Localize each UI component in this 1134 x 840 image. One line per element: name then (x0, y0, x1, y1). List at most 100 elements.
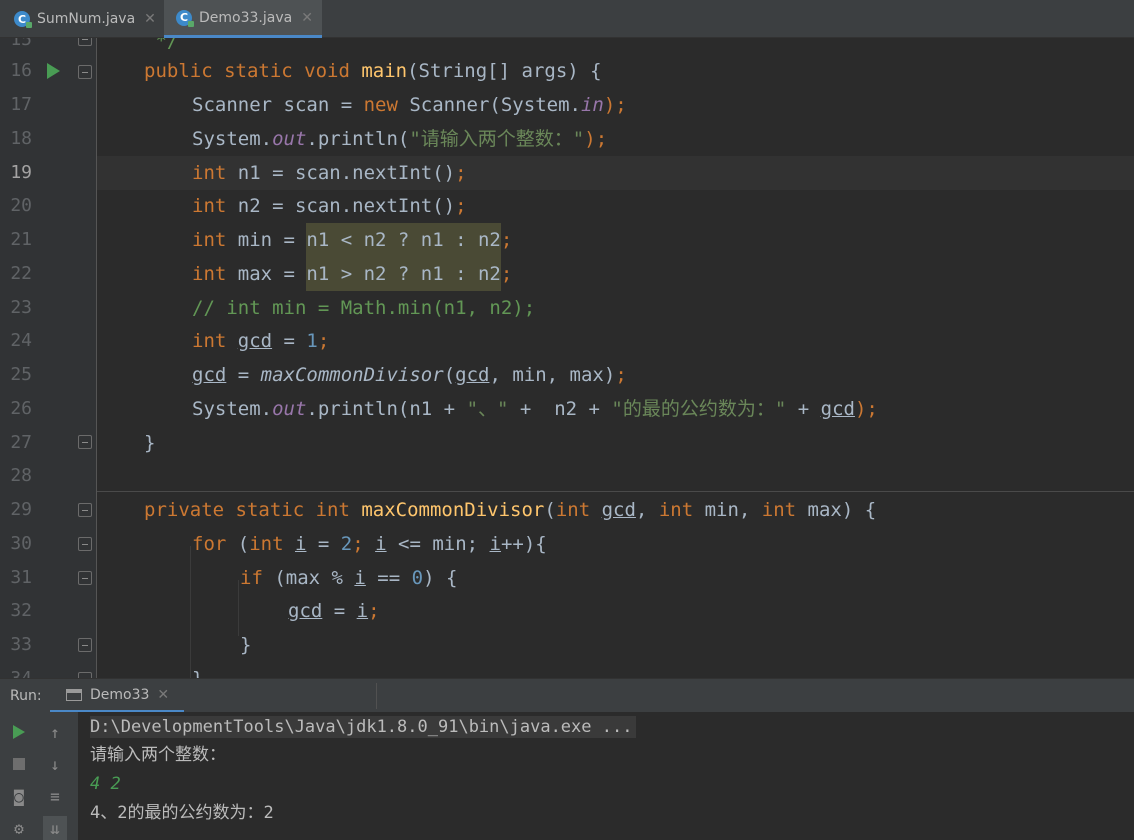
code-line-26: System.out.println(n1 + "、" + n2 + "的最的公… (192, 398, 878, 420)
code-token: ); (603, 94, 627, 116)
code-token: (String[] args) { (407, 60, 602, 82)
console-user-input: 4 2 (90, 774, 121, 794)
code-token: maxCommonDivisor (260, 364, 444, 386)
highlighted-expression: n1 < n2 ? n1 : n2 (306, 223, 501, 257)
fold-marker-icon[interactable] (78, 571, 92, 585)
code-token: int (192, 330, 238, 352)
code-line-20: int n2 = scan.nextInt(); (192, 195, 467, 217)
code-editor[interactable]: 15 16 17 18 19 20 21 22 23 24 25 26 27 2… (0, 38, 1134, 678)
console-line: 请输入两个整数： (90, 745, 226, 765)
scroll-down-button[interactable]: ↓ (43, 752, 67, 776)
line-number: 22 (10, 263, 32, 284)
code-token: ); (854, 398, 878, 420)
code-token: } (192, 668, 203, 678)
tab-label: Demo33.java (199, 9, 293, 26)
code-token: int (192, 263, 238, 285)
indent-guide (238, 580, 239, 636)
fold-marker-icon[interactable] (78, 503, 92, 517)
line-number: 27 (10, 432, 32, 453)
code-token: gcd (601, 499, 636, 521)
camera-icon: ◙ (14, 786, 24, 806)
code-token: public static void (144, 60, 362, 82)
console-icon (66, 688, 82, 701)
code-token: + (786, 398, 821, 420)
code-token: int (555, 499, 602, 521)
arrow-down-icon: ↓ (50, 754, 60, 774)
code-line-19: int n1 = scan.nextInt(); (192, 162, 467, 184)
code-token: min, (704, 499, 762, 521)
highlighted-expression: n1 > n2 ? n1 : n2 (306, 257, 501, 291)
code-line-34: } (192, 668, 203, 678)
code-token: int (192, 195, 238, 217)
code-token: Scanner scan = (192, 94, 364, 116)
code-token: = (226, 364, 261, 386)
code-line-23: // int min = Math.min(n1, n2); (192, 297, 535, 319)
fold-marker-icon[interactable] (78, 65, 92, 79)
code-token: = (306, 533, 341, 555)
line-number: 17 (10, 94, 32, 115)
close-icon[interactable]: ✕ (301, 10, 313, 26)
code-token: ( (544, 499, 556, 521)
line-number: 19 (10, 162, 32, 183)
line-number: 28 (10, 465, 32, 486)
code-token: i (354, 567, 366, 589)
code-token: */ (144, 38, 179, 52)
line-number: 16 (10, 60, 32, 81)
fold-marker-icon[interactable] (78, 638, 92, 652)
code-token: gcd (288, 600, 323, 622)
code-token: ) { (423, 567, 458, 589)
run-tab-demo33[interactable]: Demo33 ✕ (50, 679, 184, 713)
fold-marker-icon[interactable] (78, 435, 92, 449)
code-token: maxCommonDivisor (361, 499, 545, 521)
close-icon[interactable]: ✕ (157, 687, 169, 703)
code-line-30: for (int i = 2; i <= min; i++){ (192, 533, 547, 555)
code-token: "、" (466, 398, 509, 420)
code-token: ( (443, 364, 456, 386)
gutter-border (96, 38, 97, 678)
code-token: main (361, 60, 408, 82)
scroll-to-end-icon: ⇊ (50, 818, 60, 838)
soft-wrap-icon: ≡ (50, 786, 60, 806)
code-token: ); (584, 128, 608, 150)
line-number: 23 (10, 297, 32, 318)
code-token: 0 (411, 567, 424, 589)
code-line-16: public static void main(String[] args) { (144, 60, 602, 82)
run-main-icon[interactable] (47, 63, 60, 79)
tab-demo33[interactable]: C Demo33.java ✕ (164, 0, 322, 38)
line-number: 33 (10, 634, 32, 655)
code-token: gcd (192, 364, 227, 386)
code-line-17: Scanner scan = new Scanner(System.in); (192, 94, 627, 116)
settings-button[interactable]: ⚙ (7, 816, 31, 840)
code-line-15: */ (144, 38, 178, 52)
code-token: gcd (237, 330, 273, 352)
console-output[interactable]: D:\DevelopmentTools\Java\jdk1.8.0_91\bin… (78, 712, 1134, 840)
code-token: int (658, 499, 705, 521)
play-icon (13, 725, 25, 739)
close-icon[interactable]: ✕ (144, 11, 156, 27)
scroll-to-end-button[interactable]: ⇊ (43, 816, 67, 840)
run-tab-label: Demo33 (90, 686, 150, 703)
scroll-up-button[interactable]: ↑ (43, 720, 67, 744)
rerun-button[interactable] (7, 720, 31, 744)
code-token: private static int (144, 499, 362, 521)
code-line-33: } (240, 634, 251, 656)
tab-sumnum[interactable]: C SumNum.java ✕ (0, 0, 162, 38)
run-panel-label: Run: (10, 688, 42, 704)
code-token: (max % (274, 567, 355, 589)
code-token: ; (455, 195, 467, 217)
code-token: min = (237, 229, 307, 251)
code-token: ; (455, 162, 467, 184)
dump-threads-button[interactable]: ◙ (7, 784, 31, 808)
code-token: i (294, 533, 307, 555)
soft-wrap-button[interactable]: ≡ (43, 784, 67, 808)
line-number: 18 (10, 128, 32, 149)
fold-marker-icon[interactable] (78, 38, 92, 46)
code-token: out (272, 128, 307, 150)
code-line-25: gcd = maxCommonDivisor(gcd, min, max); (192, 364, 627, 386)
stop-button[interactable] (7, 752, 31, 776)
method-separator (97, 491, 1134, 492)
stop-icon (13, 758, 25, 770)
fold-marker-icon[interactable] (78, 537, 92, 551)
code-line-21: int min = n1 < n2 ? n1 : n2; (192, 223, 512, 257)
code-token: + n2 + (508, 398, 612, 420)
